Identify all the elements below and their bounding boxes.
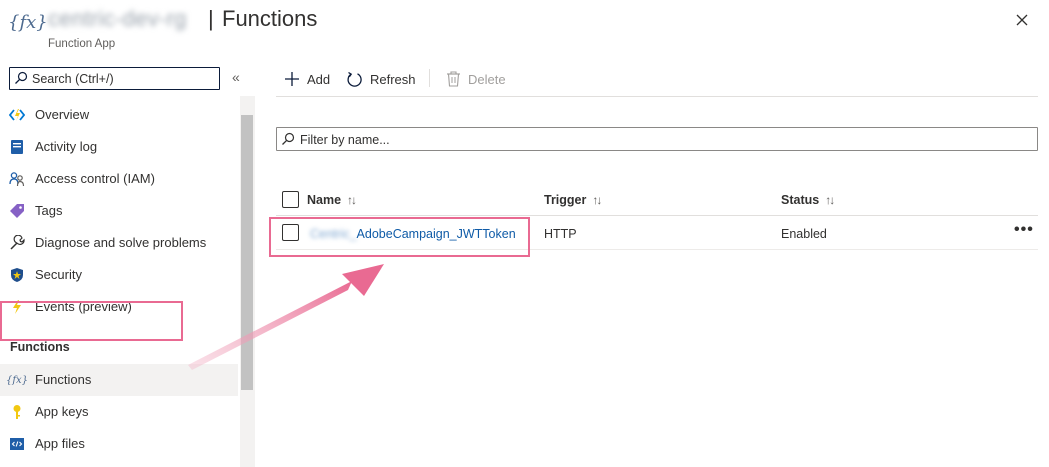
sidebar-item-label: App files	[35, 436, 85, 451]
sidebar-item-label: App keys	[35, 404, 89, 419]
sidebar-item-label: Security	[35, 267, 82, 282]
sidebar-item-label: Access control (IAM)	[35, 171, 155, 186]
menu-scrollbar-thumb[interactable]	[241, 115, 253, 390]
sidebar-item-app-keys[interactable]: App keys	[0, 396, 238, 428]
delete-button-label: Delete	[468, 71, 506, 87]
page-title: Functions	[222, 6, 318, 31]
refresh-icon	[347, 71, 362, 87]
sidebar-item-label: Tags	[35, 203, 63, 218]
column-header-name[interactable]: Name ↑↓	[307, 193, 357, 207]
delete-button[interactable]: Delete	[446, 68, 506, 90]
sort-icon: ↑↓	[347, 193, 357, 207]
refresh-button[interactable]: Refresh	[346, 68, 416, 90]
main-content: Add Refresh Delete Filter by name... Nam…	[256, 60, 1049, 467]
overview-icon	[9, 107, 25, 123]
more-options-button[interactable]: •••	[1014, 221, 1034, 239]
function-name[interactable]: AdobeCampaign_JWTToken	[357, 227, 516, 241]
sidebar-item-label: Diagnose and solve problems	[35, 235, 207, 250]
sidebar-item-label: Functions	[35, 372, 92, 387]
menu-search-box[interactable]	[9, 67, 220, 90]
filter-box[interactable]	[276, 127, 1038, 151]
sidebar-item-security[interactable]: Security	[0, 259, 238, 291]
blade-header: {fx} centric-dev-rg | Functions Function…	[0, 0, 1049, 60]
filter-input[interactable]	[300, 131, 1020, 148]
function-name-prefix: Centric_	[310, 227, 357, 241]
shield-icon	[9, 267, 25, 283]
title-separator: |	[208, 6, 214, 31]
sort-icon: ↑↓	[592, 193, 602, 207]
section-header-functions: Functions	[10, 340, 70, 354]
add-button-label: Add	[307, 71, 331, 87]
command-bar: Add Refresh Delete	[276, 60, 1038, 97]
lightning-icon	[9, 299, 25, 315]
sidebar-item-overview[interactable]: Overview	[0, 99, 238, 131]
sidebar-item-tags[interactable]: Tags	[0, 195, 238, 227]
column-header-trigger[interactable]: Trigger ↑↓	[544, 193, 602, 207]
sidebar-item-diagnose[interactable]: Diagnose and solve problems	[0, 227, 238, 259]
trigger-cell: HTTP	[544, 227, 577, 241]
add-button[interactable]: Add	[284, 68, 330, 90]
sidebar-item-access-control[interactable]: Access control (IAM)	[0, 163, 238, 195]
column-header-label: Status	[781, 193, 820, 207]
people-icon	[9, 171, 25, 187]
row-checkbox[interactable]	[282, 224, 299, 241]
close-icon	[1016, 14, 1028, 26]
table-row[interactable]: Centric_AdobeCampaign_JWTToken HTTP Enab…	[276, 217, 1038, 250]
sidebar-item-label: Overview	[35, 107, 90, 122]
sidebar-item-label: Events (preview)	[35, 299, 132, 314]
resource-name: centric-dev-rg	[48, 6, 187, 31]
plus-icon	[285, 72, 299, 86]
column-header-label: Name	[307, 193, 342, 207]
sidebar-item-functions[interactable]: {fx} Functions	[0, 364, 238, 396]
sidebar-item-app-files[interactable]: App files	[0, 428, 238, 460]
code-file-icon	[9, 436, 25, 452]
column-header-label: Trigger	[544, 193, 587, 207]
function-app-icon: {fx}	[8, 12, 48, 33]
function-icon: {fx}	[5, 374, 29, 386]
wrench-icon	[9, 235, 25, 251]
activity-log-icon	[9, 139, 25, 155]
collapse-menu-button[interactable]: «	[232, 69, 240, 85]
select-all-checkbox[interactable]	[282, 191, 299, 208]
resource-menu: « Overview Activity log	[0, 60, 256, 467]
sidebar-item-events[interactable]: Events (preview)	[0, 291, 238, 323]
resource-type-subtitle: Function App	[48, 38, 116, 50]
sidebar-item-activity-log[interactable]: Activity log	[0, 131, 238, 163]
close-button[interactable]	[1012, 10, 1032, 30]
function-name-link[interactable]: Centric_AdobeCampaign_JWTToken	[310, 227, 516, 241]
filter-search-icon	[282, 132, 295, 145]
sidebar-item-label: Activity log	[35, 139, 98, 154]
functions-grid-header: Name ↑↓ Trigger ↑↓ Status ↑↓	[276, 184, 1038, 216]
tag-icon	[9, 203, 25, 219]
trash-icon	[447, 71, 460, 87]
sort-icon: ↑↓	[825, 193, 835, 207]
menu-search-input[interactable]	[32, 70, 217, 87]
status-cell: Enabled	[781, 227, 827, 241]
toolbar-separator	[429, 69, 430, 87]
column-header-status[interactable]: Status ↑↓	[781, 193, 835, 207]
key-icon	[9, 404, 25, 420]
search-icon	[15, 71, 28, 84]
refresh-button-label: Refresh	[370, 71, 416, 87]
